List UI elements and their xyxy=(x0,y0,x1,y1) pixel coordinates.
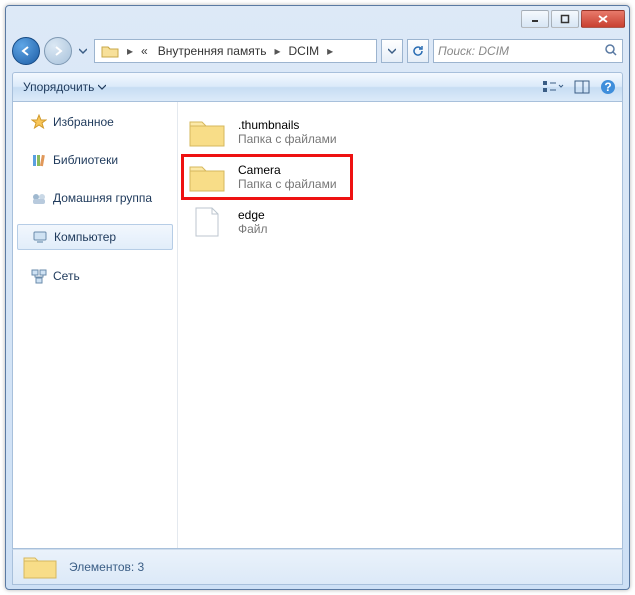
nav-bar: ▸ « Внутренняя память ▸ DCIM ▸ Поиск: DC… xyxy=(12,34,623,68)
maximize-button[interactable] xyxy=(551,10,579,28)
item-name: edge xyxy=(238,208,268,222)
chevron-right-icon[interactable]: ▸ xyxy=(272,44,282,58)
homegroup-icon xyxy=(31,190,47,206)
item-texts: edge Файл xyxy=(238,208,268,236)
minimize-button[interactable] xyxy=(521,10,549,28)
explorer-window: ▸ « Внутренняя память ▸ DCIM ▸ Поиск: DC… xyxy=(5,5,630,590)
sidebar-item-label: Библиотеки xyxy=(53,153,118,167)
sidebar-item-label: Сеть xyxy=(53,269,80,283)
star-icon xyxy=(31,114,47,130)
nav-history-dropdown[interactable] xyxy=(76,41,90,61)
item-type: Папка с файлами xyxy=(238,132,337,146)
network-icon xyxy=(31,268,47,284)
breadcrumb-seg-2[interactable]: DCIM xyxy=(284,40,323,62)
address-bar[interactable]: ▸ « Внутренняя память ▸ DCIM ▸ xyxy=(94,39,377,63)
search-placeholder: Поиск: DCIM xyxy=(438,44,509,58)
breadcrumb-prefix: « xyxy=(137,40,152,62)
close-button[interactable] xyxy=(581,10,625,28)
sidebar-item-computer[interactable]: Компьютер xyxy=(17,224,173,250)
search-icon xyxy=(604,43,618,60)
item-type: Файл xyxy=(238,222,268,236)
sidebar-item-label: Избранное xyxy=(53,115,114,129)
item-type: Папка с файлами xyxy=(238,177,337,191)
folder-icon xyxy=(21,552,59,582)
folder-icon xyxy=(186,114,228,150)
command-bar: Упорядочить ? xyxy=(12,72,623,102)
computer-icon xyxy=(32,229,48,245)
titlebar xyxy=(6,6,629,34)
sidebar-item-label: Компьютер xyxy=(54,230,116,244)
search-box[interactable]: Поиск: DCIM xyxy=(433,39,623,63)
svg-text:?: ? xyxy=(604,80,611,94)
item-name: .thumbnails xyxy=(238,118,337,132)
body: Избранное Библиотеки Домашняя группа Ком… xyxy=(12,102,623,549)
item-texts: Camera Папка с файлами xyxy=(238,163,337,191)
status-text: Элементов: 3 xyxy=(69,560,144,574)
chevron-down-icon xyxy=(98,83,106,91)
file-icon xyxy=(186,204,228,240)
chevron-right-icon: ▸ xyxy=(125,44,135,58)
sidebar-item-libraries[interactable]: Библиотеки xyxy=(13,148,177,172)
view-options-button[interactable] xyxy=(542,79,564,95)
list-item[interactable]: .thumbnails Папка с файлами xyxy=(184,110,354,154)
sidebar-item-favorites[interactable]: Избранное xyxy=(13,110,177,134)
libraries-icon xyxy=(31,152,47,168)
item-name: Camera xyxy=(238,163,337,177)
refresh-button[interactable] xyxy=(407,39,429,63)
details-pane: Элементов: 3 xyxy=(12,549,623,585)
breadcrumb-seg-1[interactable]: Внутренняя память xyxy=(154,40,271,62)
sidebar-item-network[interactable]: Сеть xyxy=(13,264,177,288)
back-button[interactable] xyxy=(12,37,40,65)
forward-button[interactable] xyxy=(44,37,72,65)
organize-label: Упорядочить xyxy=(23,80,94,94)
sidebar-item-homegroup[interactable]: Домашняя группа xyxy=(13,186,177,210)
folder-icon xyxy=(97,40,123,62)
folder-icon xyxy=(186,159,228,195)
list-item[interactable]: edge Файл xyxy=(184,200,354,244)
sidebar-item-label: Домашняя группа xyxy=(53,191,152,205)
nav-pane: Избранное Библиотеки Домашняя группа Ком… xyxy=(13,102,178,548)
preview-pane-button[interactable] xyxy=(574,80,590,94)
address-dropdown[interactable] xyxy=(381,39,403,63)
file-list[interactable]: .thumbnails Папка с файлами Camera Папка… xyxy=(178,102,622,548)
organize-menu[interactable]: Упорядочить xyxy=(19,78,110,96)
help-button[interactable]: ? xyxy=(600,79,616,95)
item-texts: .thumbnails Папка с файлами xyxy=(238,118,337,146)
chevron-right-icon[interactable]: ▸ xyxy=(325,44,335,58)
list-item-highlighted[interactable]: Camera Папка с файлами xyxy=(181,154,353,200)
